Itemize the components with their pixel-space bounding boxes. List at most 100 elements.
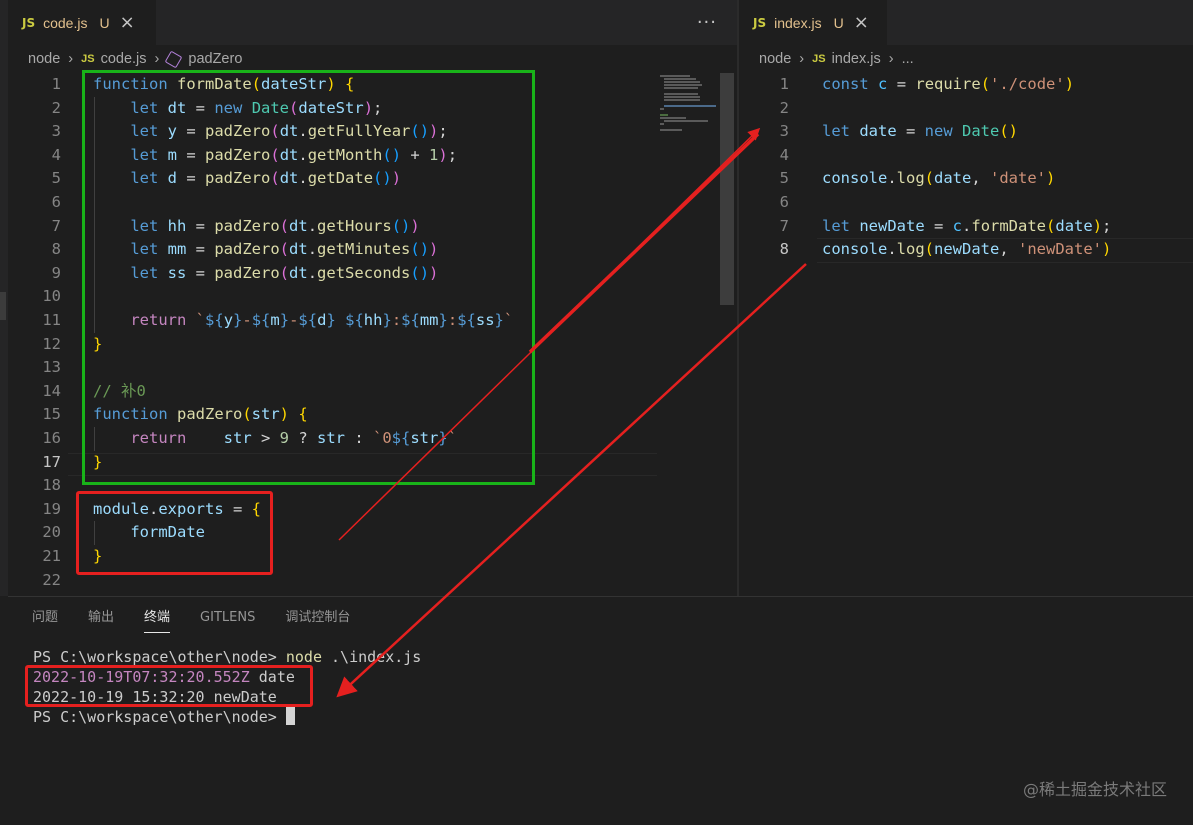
- vertical-scrollbar[interactable]: [720, 73, 734, 305]
- terminal-input-line[interactable]: PS C:\workspace\other\node>: [33, 707, 295, 727]
- code-area[interactable]: 1 function formDate(dateStr) { 2 let dt =…: [8, 73, 737, 596]
- breadcrumb-file[interactable]: code.js: [101, 51, 147, 67]
- tab-index-js[interactable]: JS index.js U ×: [739, 0, 887, 45]
- line-number: 7: [779, 216, 789, 235]
- code-line: let d = padZero(dt.getDate()): [130, 169, 402, 188]
- code-line: }: [93, 547, 103, 565]
- breadcrumb: node › JS index.js › ...: [739, 45, 1193, 73]
- js-file-icon: JS: [753, 15, 767, 30]
- bottom-panel: 问题 输出 终端 GITLENS 调试控制台 PS C:\workspace\o…: [8, 596, 1193, 825]
- watermark: @稀土掘金技术社区: [1022, 780, 1167, 799]
- terminal-output-label: newDate: [213, 688, 277, 706]
- code-line: formDate: [130, 523, 205, 542]
- line-number: 1: [51, 75, 61, 93]
- terminal-command: node: [285, 648, 322, 666]
- tab-problems[interactable]: 问题: [32, 597, 58, 639]
- tab-terminal[interactable]: 终端: [144, 597, 171, 639]
- breadcrumb-folder[interactable]: node: [28, 51, 60, 67]
- js-file-icon: JS: [81, 53, 95, 65]
- terminal-prompt: PS C:\workspace\other\node>: [33, 708, 277, 726]
- line-number-active: 8: [779, 240, 789, 259]
- line-number: 8: [51, 240, 61, 259]
- code-line: return str > 9 ? str : `0${str}`: [130, 429, 458, 447]
- chevron-right-icon: ›: [68, 51, 74, 67]
- code-comment: // 补0: [93, 381, 146, 400]
- line-number: 1: [779, 75, 789, 93]
- editor-tabbar: JS index.js U ×: [739, 0, 1193, 45]
- line-number: 14: [42, 381, 61, 400]
- code-line: return `${y}-${m}-${d} ${hh}:${mm}:${ss}…: [130, 311, 514, 329]
- more-actions-icon[interactable]: ···: [697, 12, 717, 33]
- code-line: let newDate = c.formDate(date);: [822, 216, 1112, 235]
- code-line: console.log(date, 'date'): [822, 169, 1056, 188]
- code-line: let mm = padZero(dt.getMinutes()): [130, 240, 439, 259]
- line-number: 2: [779, 98, 789, 117]
- terminal-output-newdate: 2022-10-19 15:32:20: [33, 688, 205, 706]
- code-line: }: [93, 334, 103, 353]
- minimap[interactable]: [658, 73, 728, 143]
- edge-marker: [0, 292, 6, 320]
- line-number: 18: [42, 476, 61, 495]
- line-number: 13: [42, 358, 61, 377]
- terminal-line: PS C:\workspace\other\node> node .\index…: [33, 647, 421, 667]
- tab-code-js[interactable]: JS code.js U ×: [8, 0, 156, 45]
- tab-output[interactable]: 输出: [88, 597, 114, 639]
- editor-code-js: JS code.js U × ··· node › JS code.js › p…: [8, 0, 737, 596]
- terminal-line: 2022-10-19T07:32:20.552Z date: [33, 667, 295, 687]
- activity-edge: [0, 0, 8, 596]
- terminal-output-label: date: [258, 668, 295, 686]
- js-file-icon: JS: [22, 15, 36, 30]
- breadcrumb: node › JS code.js › padZero: [8, 45, 737, 73]
- code-line: let ss = padZero(dt.getSeconds()): [130, 263, 439, 282]
- code-line: }: [93, 452, 103, 471]
- code-line: console.log(newDate, 'newDate'): [822, 240, 1112, 259]
- chevron-right-icon: ›: [888, 51, 894, 67]
- terminal-line: 2022-10-19 15:32:20 newDate: [33, 687, 277, 707]
- code-line: let hh = padZero(dt.getHours()): [130, 216, 420, 235]
- line-number: 4: [51, 145, 61, 164]
- vscode-window: JS code.js U × ··· node › JS code.js › p…: [0, 0, 1193, 825]
- terminal-cursor: [285, 707, 295, 725]
- line-number: 6: [51, 193, 61, 211]
- terminal-output-date: 2022-10-19T07:32:20.552Z: [33, 668, 250, 686]
- breadcrumb-file[interactable]: index.js: [832, 51, 881, 67]
- tab-gitlens[interactable]: GITLENS: [200, 597, 255, 639]
- line-number: 11: [42, 311, 61, 329]
- line-number: 16: [42, 429, 61, 447]
- line-number: 20: [42, 523, 61, 542]
- symbol-method-icon: [164, 50, 183, 68]
- line-number: 4: [779, 145, 789, 164]
- breadcrumb-folder[interactable]: node: [759, 51, 791, 67]
- line-number: 5: [779, 169, 789, 188]
- line-number: 3: [779, 122, 789, 141]
- code-line: let date = new Date(): [822, 122, 1019, 141]
- tab-untracked-badge: U: [99, 14, 110, 31]
- editor-tabbar: JS code.js U × ···: [8, 0, 737, 45]
- close-icon[interactable]: ×: [854, 13, 869, 32]
- breadcrumb-symbol[interactable]: padZero: [188, 51, 242, 67]
- close-icon[interactable]: ×: [120, 13, 135, 32]
- breadcrumb-symbol[interactable]: ...: [902, 51, 914, 67]
- code-line: module.exports = {: [93, 499, 262, 518]
- tab-label: index.js: [774, 14, 822, 31]
- terminal-command-arg: .\index.js: [331, 648, 422, 666]
- code-line: let m = padZero(dt.getMonth() + 1);: [130, 145, 458, 164]
- code-area[interactable]: 1 const c = require('./code') 2 3 let date…: [739, 73, 1193, 596]
- line-number: 5: [51, 169, 61, 188]
- tab-label: code.js: [43, 14, 88, 31]
- code-line: function padZero(str) {: [93, 405, 308, 424]
- line-number: 19: [42, 499, 61, 518]
- chevron-right-icon: ›: [799, 51, 805, 67]
- code-line: const c = require('./code'): [822, 75, 1075, 93]
- line-number: 3: [51, 122, 61, 141]
- code-line: let dt = new Date(dateStr);: [130, 98, 383, 117]
- chevron-right-icon: ›: [154, 51, 160, 67]
- line-number: 12: [42, 334, 61, 353]
- tab-debug-console[interactable]: 调试控制台: [285, 597, 350, 639]
- js-file-icon: JS: [812, 53, 826, 65]
- line-number: 22: [42, 570, 61, 589]
- panel-tabs: 问题 输出 终端 GITLENS 调试控制台: [8, 597, 380, 639]
- line-number: 9: [51, 263, 61, 282]
- line-number: 10: [42, 287, 61, 306]
- line-number: 2: [51, 98, 61, 117]
